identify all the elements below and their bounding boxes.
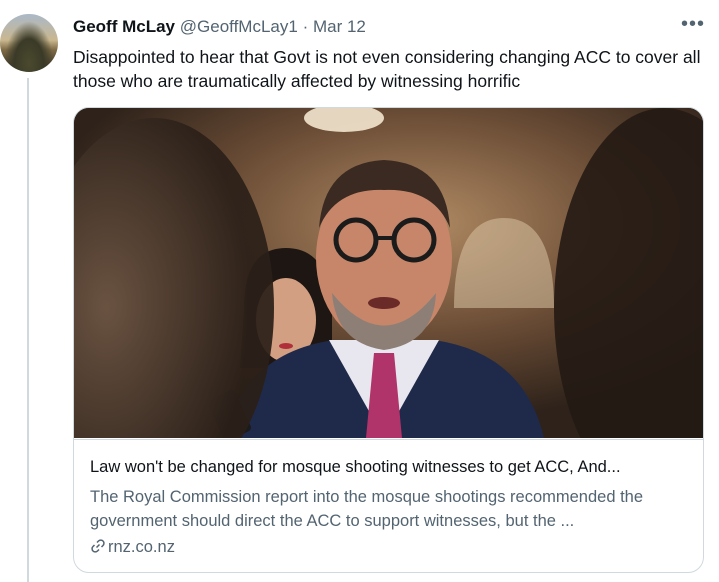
author-name[interactable]: Geoff McLay [73,17,175,36]
card-title[interactable]: Law won't be changed for mosque shooting… [90,458,690,477]
tweet-header: Geoff McLay @GeoffMcLay1 · Mar 12 [73,17,366,37]
link-card[interactable]: Law won't be changed for mosque shooting… [73,107,704,573]
card-image[interactable] [74,108,703,438]
card-photo-illustration [74,108,703,438]
card-description: The Royal Commission report into the mos… [90,488,644,530]
header-separator: · [302,17,309,36]
tweet-text: Disappointed to hear that Govt is not ev… [73,47,701,91]
thread-line [27,78,29,582]
link-icon [90,538,106,557]
card-domain-text: rnz.co.nz [108,538,175,556]
avatar[interactable] [0,14,58,72]
author-handle[interactable]: @GeoffMcLay1 [180,17,298,36]
tweet-date[interactable]: Mar 12 [313,17,366,36]
card-body[interactable]: Law won't be changed for mosque shooting… [74,439,703,572]
more-options-icon[interactable]: ••• [681,14,705,34]
card-domain[interactable]: rnz.co.nz [90,538,175,557]
